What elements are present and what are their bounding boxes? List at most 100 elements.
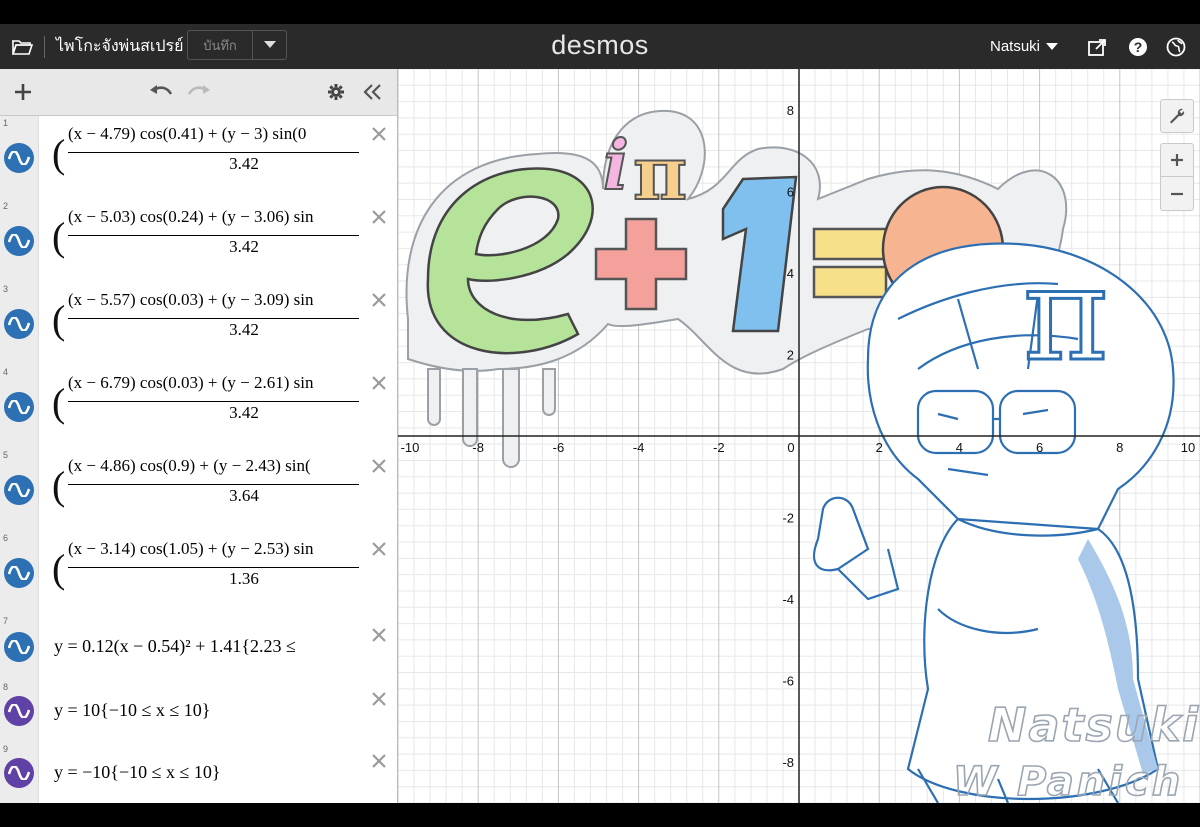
delete-expression-button[interactable]: [369, 751, 389, 771]
open-paren: (: [52, 213, 66, 259]
graph-paper[interactable]: i π π Natsuki W Panich -10 -8 -6 -4 -2 0…: [398, 69, 1200, 803]
expression-tab[interactable]: 8: [0, 680, 39, 742]
graph-title[interactable]: ไพโกะจังพ่นสเปรย์: [56, 24, 184, 69]
settings-button[interactable]: [322, 69, 350, 115]
open-paren: (: [52, 296, 66, 342]
delete-expression-button[interactable]: [369, 207, 389, 227]
delete-expression-button[interactable]: [369, 539, 389, 559]
graph-settings-button[interactable]: [1160, 99, 1194, 133]
undo-button[interactable]: [146, 69, 176, 115]
expression-row[interactable]: 9 y = −10{−10 ≤ x ≤ 10}: [0, 742, 397, 803]
zoom-in-button[interactable]: [1160, 143, 1194, 177]
expression-toolbar: [0, 69, 397, 116]
redo-button[interactable]: [184, 69, 214, 115]
double-chevron-left-icon: [363, 84, 381, 100]
expression-list: 1 ((x − 4.79) cos(0.41) + (y − 3) sin(0 3.…: [0, 69, 398, 803]
expression-row[interactable]: 4 ((x − 6.79) cos(0.03) + (y − 2.61) sin 3…: [0, 365, 397, 449]
expression-row[interactable]: 6 ((x − 3.14) cos(1.05) + (y − 2.53) sin 1…: [0, 531, 397, 615]
expression-latex: y = 0.12(x − 0.54)² + 1.41{2.23 ≤: [54, 636, 296, 656]
expression-math[interactable]: ((x − 3.14) cos(1.05) + (y − 2.53) sin 1.…: [48, 531, 359, 614]
desmos-window: ไพโกะจังพ่นสเปรย์ บันทึก desmos Natsuki …: [0, 24, 1200, 803]
x-tick-label: -8: [472, 440, 484, 455]
fraction-numerator: (x − 6.79) cos(0.03) + (y − 2.61) sin: [68, 372, 314, 392]
expression-math[interactable]: y = 10{−10 ≤ x ≤ 10}: [48, 680, 359, 742]
expression-math[interactable]: y = 0.12(x − 0.54)² + 1.41{2.23 ≤: [48, 614, 359, 680]
x-tick-label: -10: [401, 440, 420, 455]
expression-index: 8: [3, 682, 9, 692]
close-icon: [372, 127, 386, 141]
graph-visibility-icon[interactable]: [4, 142, 34, 173]
close-icon: [372, 293, 386, 307]
expression-tab[interactable]: 3: [0, 282, 39, 365]
expression-latex: y = 10{−10 ≤ x ≤ 10}: [54, 700, 211, 720]
expression-math[interactable]: ((x − 5.03) cos(0.24) + (y − 3.06) sin 3.…: [48, 199, 359, 282]
fraction-denominator: 3.42: [229, 236, 259, 256]
expression-tab[interactable]: 6: [0, 531, 39, 614]
save-button[interactable]: บันทึก: [187, 30, 253, 60]
delete-expression-button[interactable]: [369, 290, 389, 310]
save-dropdown-button[interactable]: [253, 30, 287, 60]
expression-math[interactable]: y = −10{−10 ≤ x ≤ 10}: [48, 742, 359, 803]
expression-math[interactable]: ((x − 4.86) cos(0.9) + (y − 2.43) sin(3.…: [48, 448, 359, 531]
fraction-denominator: 3.64: [229, 485, 259, 505]
expression-latex: y = −10{−10 ≤ x ≤ 10}: [54, 762, 221, 782]
graph-visibility-icon[interactable]: [4, 308, 34, 339]
collapse-panel-button[interactable]: [358, 69, 388, 115]
fraction-denominator: 3.42: [229, 153, 259, 173]
expression-index: 2: [3, 201, 9, 211]
pi-stencil: π: [1023, 238, 1108, 390]
fraction-numerator: (x − 4.86) cos(0.9) + (y − 2.43) sin(: [68, 455, 311, 475]
divider: [44, 36, 45, 58]
expression-math[interactable]: ((x − 6.79) cos(0.03) + (y − 2.61) sin 3.…: [48, 365, 359, 448]
expression-tab[interactable]: 4: [0, 365, 39, 448]
gear-icon: [328, 84, 344, 100]
zoom-out-button[interactable]: [1160, 177, 1194, 211]
expression-row[interactable]: 3 ((x − 5.57) cos(0.03) + (y − 3.09) sin 3…: [0, 282, 397, 366]
graph-canvas[interactable]: i π π Natsuki W Panich -10 -8 -6 -4 -2 0…: [398, 69, 1200, 803]
globe-icon[interactable]: [1164, 24, 1188, 69]
expression-tab[interactable]: 5: [0, 448, 39, 531]
folder-open-icon[interactable]: [6, 24, 38, 69]
expression-row[interactable]: 5 ((x − 4.86) cos(0.9) + (y − 2.43) sin(3…: [0, 448, 397, 532]
graph-artwork: i π π Natsuki W Panich: [405, 109, 1199, 803]
share-icon[interactable]: [1086, 24, 1110, 69]
fraction-bar: [68, 317, 359, 319]
svg-text:?: ?: [1134, 39, 1143, 55]
expression-row[interactable]: 1 ((x − 4.79) cos(0.41) + (y − 3) sin(0 3.…: [0, 116, 397, 200]
expression-tab[interactable]: 7: [0, 614, 39, 680]
expression-row[interactable]: 2 ((x − 5.03) cos(0.24) + (y − 3.06) sin 3…: [0, 199, 397, 283]
delete-expression-button[interactable]: [369, 625, 389, 645]
close-icon: [372, 459, 386, 473]
graph-visibility-icon[interactable]: [4, 474, 34, 505]
fraction-bar: [68, 151, 359, 153]
expression-row[interactable]: 8 y = 10{−10 ≤ x ≤ 10}: [0, 680, 397, 743]
expression-math[interactable]: ((x − 5.57) cos(0.03) + (y − 3.09) sin 3.…: [48, 282, 359, 365]
graph-visibility-icon[interactable]: [4, 758, 34, 788]
graph-visibility-icon[interactable]: [4, 632, 34, 662]
help-icon[interactable]: ?: [1126, 24, 1150, 69]
graph-visibility-icon[interactable]: [4, 696, 34, 726]
delete-expression-button[interactable]: [369, 689, 389, 709]
expression-index: 1: [3, 118, 9, 128]
graph-visibility-icon[interactable]: [4, 225, 34, 256]
fraction-bar: [68, 566, 359, 568]
graph-visibility-icon[interactable]: [4, 557, 34, 588]
open-paren: (: [52, 379, 66, 425]
expression-tab[interactable]: 1: [0, 116, 39, 199]
expression-math[interactable]: ((x − 4.79) cos(0.41) + (y − 3) sin(0 3.4…: [48, 116, 359, 199]
close-icon: [372, 210, 386, 224]
delete-expression-button[interactable]: [369, 456, 389, 476]
fraction-bar: [68, 400, 359, 402]
expression-tab[interactable]: 2: [0, 199, 39, 282]
y-tick-label: -6: [782, 674, 794, 689]
delete-expression-button[interactable]: [369, 373, 389, 393]
graph-visibility-icon[interactable]: [4, 391, 34, 422]
x-tick-label: -2: [713, 440, 725, 455]
delete-expression-button[interactable]: [369, 124, 389, 144]
expression-tab[interactable]: 9: [0, 742, 39, 803]
close-icon: [372, 692, 386, 706]
add-expression-button[interactable]: [8, 69, 38, 115]
expression-row[interactable]: 7 y = 0.12(x − 0.54)² + 1.41{2.23 ≤: [0, 614, 397, 681]
y-tick-label: -4: [782, 592, 794, 607]
user-menu[interactable]: Natsuki: [990, 24, 1059, 69]
